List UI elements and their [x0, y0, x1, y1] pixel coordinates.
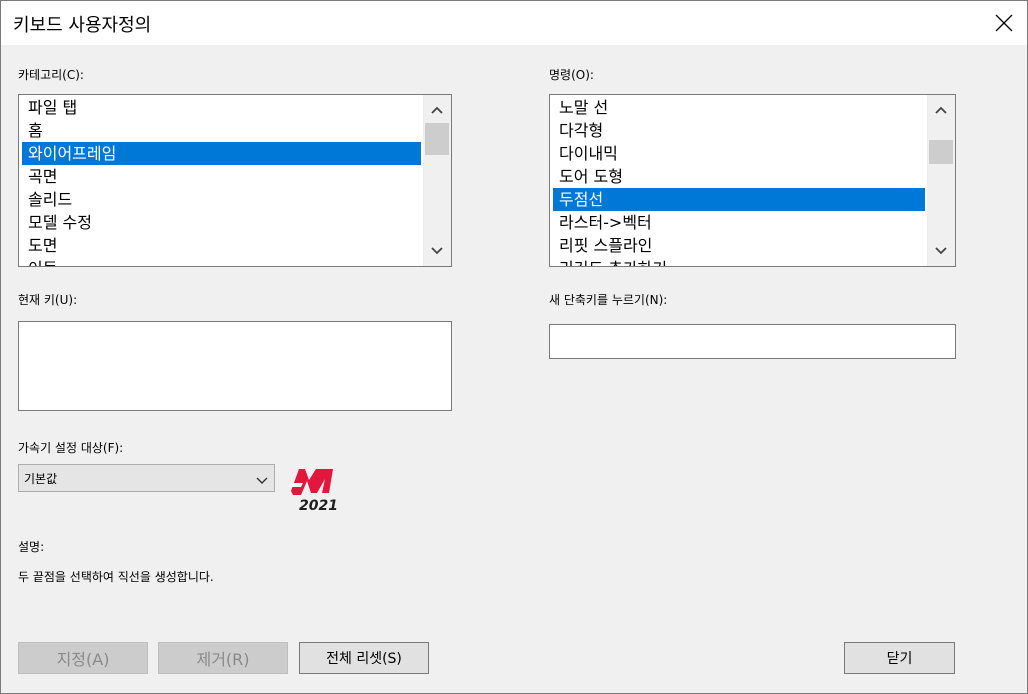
list-item[interactable]: 모델 수정: [22, 211, 421, 234]
chevron-down-icon[interactable]: [423, 241, 451, 261]
close-button[interactable]: 닫기: [844, 642, 955, 674]
list-item[interactable]: 파일 탭: [22, 96, 421, 119]
list-item[interactable]: 도면: [22, 234, 421, 257]
list-item[interactable]: 두점선: [553, 188, 925, 211]
category-listbox[interactable]: 파일 탭홈와이어프레임곡면솔리드모델 수정도면이동: [18, 94, 452, 267]
assign-button[interactable]: 지정(A): [18, 642, 148, 674]
list-item[interactable]: 노말 선: [553, 96, 925, 119]
current-key-label: 현재 키(U):: [18, 293, 78, 307]
chevron-down-icon: [256, 471, 268, 490]
list-item[interactable]: 홈: [22, 119, 421, 142]
chevron-down-icon[interactable]: [927, 241, 955, 261]
commands-items: 노말 선다각형다이내믹도어 도형두점선라스터->벡터리핏 스플라인리커드 추가하…: [553, 96, 925, 266]
commands-scroll-thumb[interactable]: [929, 140, 953, 164]
accelerator-label: 가속기 설정 대상(F):: [18, 441, 124, 455]
list-item[interactable]: 와이어프레임: [22, 142, 421, 165]
accelerator-selected-value: 기본값: [24, 472, 58, 486]
list-item[interactable]: 리핏 스플라인: [553, 234, 925, 257]
dialog-title: 키보드 사용자정의: [13, 15, 152, 36]
list-item[interactable]: 곡면: [22, 165, 421, 188]
commands-label: 명령(O):: [549, 68, 594, 82]
list-item[interactable]: 리커드 추가하기: [553, 257, 925, 266]
new-shortcut-input[interactable]: [549, 324, 956, 359]
list-item[interactable]: 도어 도형: [553, 165, 925, 188]
logo-year: 2021: [299, 498, 337, 513]
accelerator-dropdown[interactable]: 기본값: [18, 464, 275, 492]
category-label: 카테고리(C):: [18, 68, 84, 82]
chevron-up-icon[interactable]: [927, 100, 955, 120]
commands-scrollbar[interactable]: [927, 95, 955, 266]
commands-listbox[interactable]: 노말 선다각형다이내믹도어 도형두점선라스터->벡터리핏 스플라인리커드 추가하…: [549, 94, 956, 267]
close-window-button[interactable]: [981, 1, 1027, 45]
current-key-list[interactable]: [18, 321, 452, 411]
customize-keyboard-dialog: 키보드 사용자정의 카테고리(C): 파일 탭 홈 와이어프레임 곡면 솔리드 모델 수정…: [0, 0, 1028, 694]
list-item[interactable]: 이동: [22, 257, 421, 266]
description-text: 두 끝점을 선택하여 직선을 생성합니다.: [18, 570, 214, 584]
reset-all-button[interactable]: 전체 리셋(S): [299, 642, 429, 674]
list-item[interactable]: 다이내믹: [553, 142, 925, 165]
description-label: 설명:: [18, 540, 45, 554]
new-shortcut-label: 새 단축키를 누르기(N):: [549, 293, 668, 307]
category-scrollbar[interactable]: [423, 95, 451, 266]
list-item[interactable]: 솔리드: [22, 188, 421, 211]
list-item[interactable]: 다각형: [553, 119, 925, 142]
title-bar: 키보드 사용자정의: [1, 1, 1027, 45]
list-item[interactable]: 라스터->벡터: [553, 211, 925, 234]
category-items: 파일 탭홈와이어프레임곡면솔리드모델 수정도면이동: [22, 96, 421, 266]
chevron-up-icon[interactable]: [423, 100, 451, 120]
category-scroll-thumb[interactable]: [425, 123, 449, 155]
close-icon: [995, 14, 1013, 32]
remove-button[interactable]: 제거(R): [158, 642, 288, 674]
mastercam-logo: 2021: [289, 465, 338, 514]
